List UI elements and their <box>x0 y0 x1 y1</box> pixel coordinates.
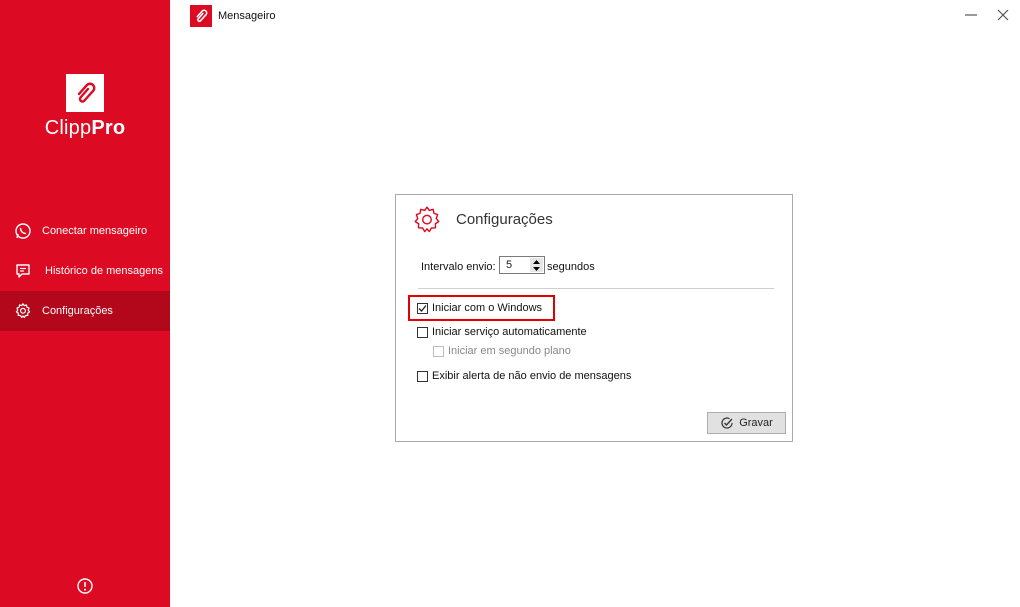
checkbox-disabled <box>433 345 444 357</box>
settings-gear-icon <box>411 204 443 236</box>
gear-icon <box>13 301 33 321</box>
save-label: Gravar <box>739 417 773 429</box>
option-label: Exibir alerta de não envio de mensagens <box>432 370 632 382</box>
brand-name: ClippPro <box>44 117 126 139</box>
app-icon <box>190 5 212 27</box>
panel-title: Configurações <box>456 211 553 228</box>
stepper-up-icon[interactable] <box>530 258 543 265</box>
option-iniciar-servico[interactable]: Iniciar serviço automaticamente <box>417 326 587 338</box>
checkbox-checked[interactable] <box>417 302 428 314</box>
sidebar-item-label: Conectar mensageiro <box>42 225 148 237</box>
checkbox[interactable] <box>417 326 428 338</box>
sidebar-item-conectar[interactable]: Conectar mensageiro <box>0 211 170 251</box>
check-circle-icon <box>720 416 734 430</box>
save-button[interactable]: Gravar <box>707 412 786 434</box>
whatsapp-icon <box>13 221 33 241</box>
interval-unit: segundos <box>547 261 595 273</box>
option-exibir-alerta[interactable]: Exibir alerta de não envio de mensagens <box>417 370 631 382</box>
divider <box>418 288 774 289</box>
stepper-down-icon[interactable] <box>530 265 543 272</box>
option-label: Iniciar em segundo plano <box>448 345 571 357</box>
minimize-button[interactable] <box>962 6 980 24</box>
settings-panel: Configurações Intervalo envio: 5 segundo… <box>395 194 793 442</box>
option-label: Iniciar serviço automaticamente <box>432 326 587 338</box>
clipp-logo <box>66 74 104 112</box>
sidebar-item-label: Configurações <box>42 305 113 317</box>
sidebar-item-label: Histórico de mensagens <box>45 265 164 277</box>
sidebar-item-configuracoes[interactable]: Configurações <box>0 291 170 331</box>
option-segundo-plano: Iniciar em segundo plano <box>433 345 571 357</box>
interval-label: Intervalo envio: <box>421 261 496 273</box>
check-icon <box>418 304 427 312</box>
interval-stepper[interactable]: 5 <box>499 256 545 274</box>
sidebar: ClippPro Conectar mensageiro Histórico d… <box>0 0 170 607</box>
window-title: Mensageiro <box>218 10 276 22</box>
close-icon <box>997 9 1009 21</box>
message-icon <box>13 261 33 281</box>
interval-value[interactable]: 5 <box>506 259 512 271</box>
minimize-icon <box>965 14 977 16</box>
close-button[interactable] <box>994 6 1012 24</box>
info-icon[interactable] <box>76 577 94 595</box>
option-label: Iniciar com o Windows <box>432 302 543 314</box>
option-iniciar-windows[interactable]: Iniciar com o Windows <box>417 302 542 314</box>
checkbox[interactable] <box>417 370 428 382</box>
sidebar-item-historico[interactable]: Histórico de mensagens <box>0 251 170 291</box>
